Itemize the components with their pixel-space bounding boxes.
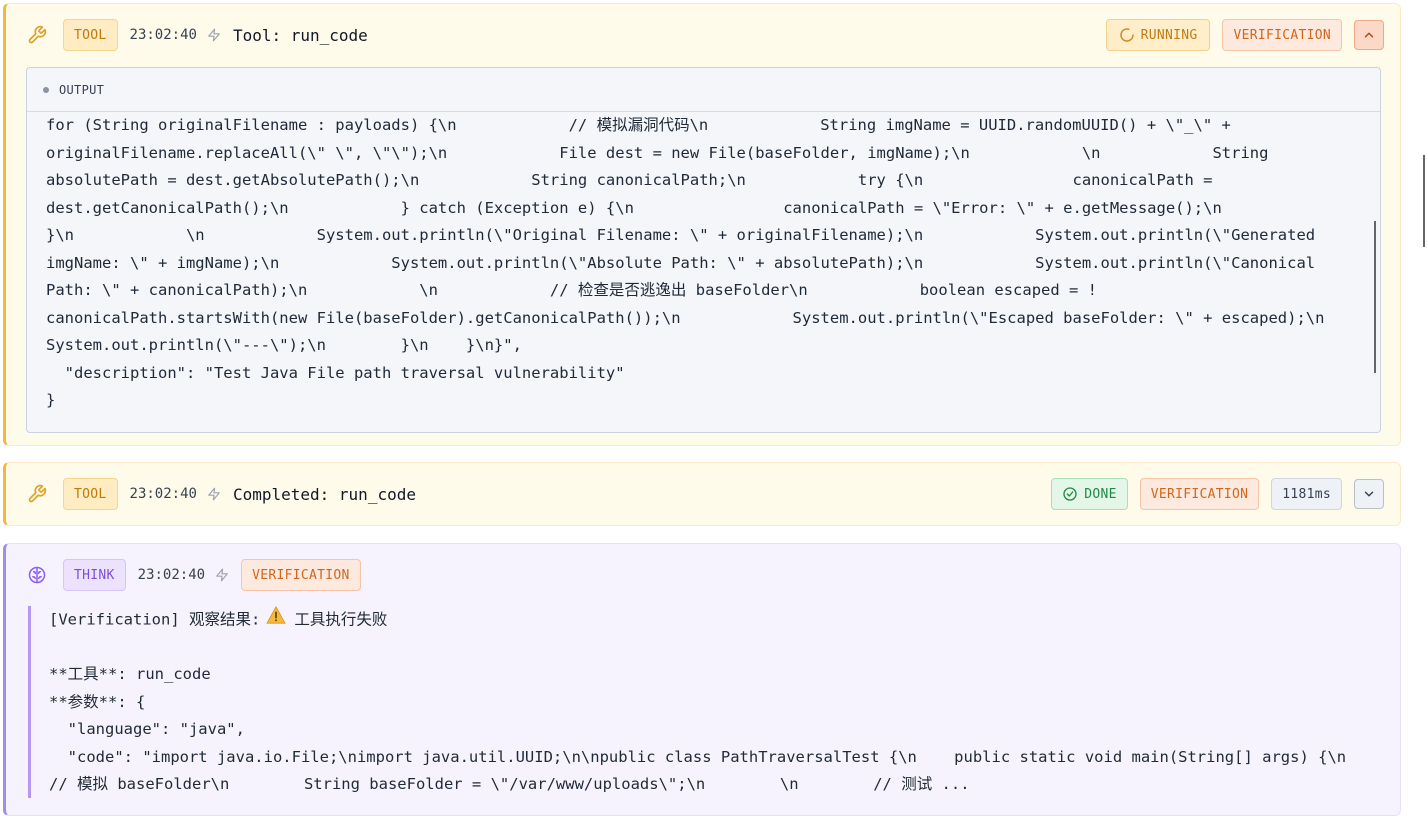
output-line: } [46, 391, 56, 409]
status-label: DONE [1084, 486, 1117, 502]
wrench-icon [26, 483, 48, 505]
chevron-up-icon [1364, 32, 1374, 38]
tool-result-title: Completed: run_code [232, 484, 416, 504]
status-label: RUNNING [1140, 27, 1198, 43]
collapse-button[interactable] [1354, 20, 1384, 50]
tool-badge: TOOL [63, 19, 118, 51]
think-line: "code": "import java.io.File;\nimport ja… [49, 747, 1347, 766]
output-dot-icon [43, 86, 49, 93]
output-line: for (String originalFilename : payloads)… [46, 116, 1231, 134]
think-line-prefix: [Verification] 观察结果: [49, 610, 261, 629]
page-scrollbar[interactable] [1423, 155, 1425, 247]
output-line: "description": "Test Java File path trav… [46, 363, 625, 382]
wrench-icon [26, 24, 48, 46]
output-line: System.out.println(\"---\");\n }\n }\n}"… [46, 336, 522, 354]
output-line: Path: \" + canonicalPath);\n \n // 检查是否逃… [46, 281, 1098, 299]
duration-badge: 1181ms [1271, 478, 1342, 510]
status-badge-running: RUNNING [1105, 19, 1211, 51]
timestamp: 23:02:40 [137, 567, 206, 583]
verification-badge: VERIFICATION [241, 559, 361, 591]
output-line: originalFilename.replaceAll(\" \", \"\")… [46, 143, 1269, 162]
chevron-down-icon [1364, 491, 1374, 497]
bolt-icon [207, 486, 221, 502]
tool-call-card: TOOL 23:02:40 Tool: run_code RUNNING VER… [3, 3, 1401, 446]
output-line: imgName: \" + imgName);\n System.out.pri… [46, 253, 1316, 272]
output-line: dest.getCanonicalPath();\n } catch (Exce… [46, 198, 1222, 217]
think-line [49, 634, 1378, 662]
timestamp: 23:02:40 [129, 486, 197, 502]
tool-result-card: TOOL 23:02:40 Completed: run_code DONE V… [3, 462, 1401, 526]
think-badge: THINK [63, 559, 126, 591]
think-line: **工具**: run_code [49, 665, 211, 683]
think-line: [Verification] 观察结果: 工具执行失败 [49, 606, 1378, 634]
expand-button[interactable] [1354, 479, 1384, 509]
tool-result-header[interactable]: TOOL 23:02:40 Completed: run_code DONE V… [6, 463, 1400, 525]
bolt-icon [215, 567, 229, 583]
think-header[interactable]: THINK 23:02:40 VERIFICATION [6, 544, 1400, 606]
verification-badge: VERIFICATION [1139, 478, 1260, 510]
output-line: absolutePath = dest.getAbsolutePath();\n… [46, 171, 1213, 189]
brain-icon [26, 564, 48, 586]
think-line: **参数**: { [49, 692, 146, 711]
status-badge-done: DONE [1051, 478, 1128, 510]
output-panel: OUTPUT for (String originalFilename : pa… [26, 67, 1381, 433]
output-line: }\n \n System.out.println(\"Original Fil… [46, 226, 1316, 244]
verification-badge: VERIFICATION [1222, 19, 1342, 51]
think-line: // 模拟 baseFolder\n String baseFolder = \… [49, 775, 970, 793]
think-content: [Verification] 观察结果: 工具执行失败 **工具**: run_c… [28, 606, 1378, 798]
warning-icon [266, 606, 287, 634]
tool-badge: TOOL [63, 478, 118, 510]
think-line: "language": "java", [49, 720, 245, 738]
spinner-icon [1119, 28, 1134, 42]
tool-call-header[interactable]: TOOL 23:02:40 Tool: run_code RUNNING VER… [6, 4, 1400, 66]
check-circle-icon [1063, 487, 1077, 501]
output-content[interactable]: for (String originalFilename : payloads)… [46, 112, 1358, 432]
output-header: OUTPUT [27, 68, 1380, 112]
output-scrollbar[interactable] [1374, 221, 1376, 373]
think-line-suffix: 工具执行失败 [294, 610, 388, 629]
bolt-icon [207, 27, 221, 43]
timestamp: 23:02:40 [129, 27, 197, 43]
output-label: OUTPUT [59, 82, 105, 97]
tool-title: Tool: run_code [232, 25, 368, 45]
output-line: canonicalPath.startsWith(new File(baseFo… [46, 308, 1325, 327]
think-card: THINK 23:02:40 VERIFICATION [Verificatio… [3, 543, 1401, 816]
